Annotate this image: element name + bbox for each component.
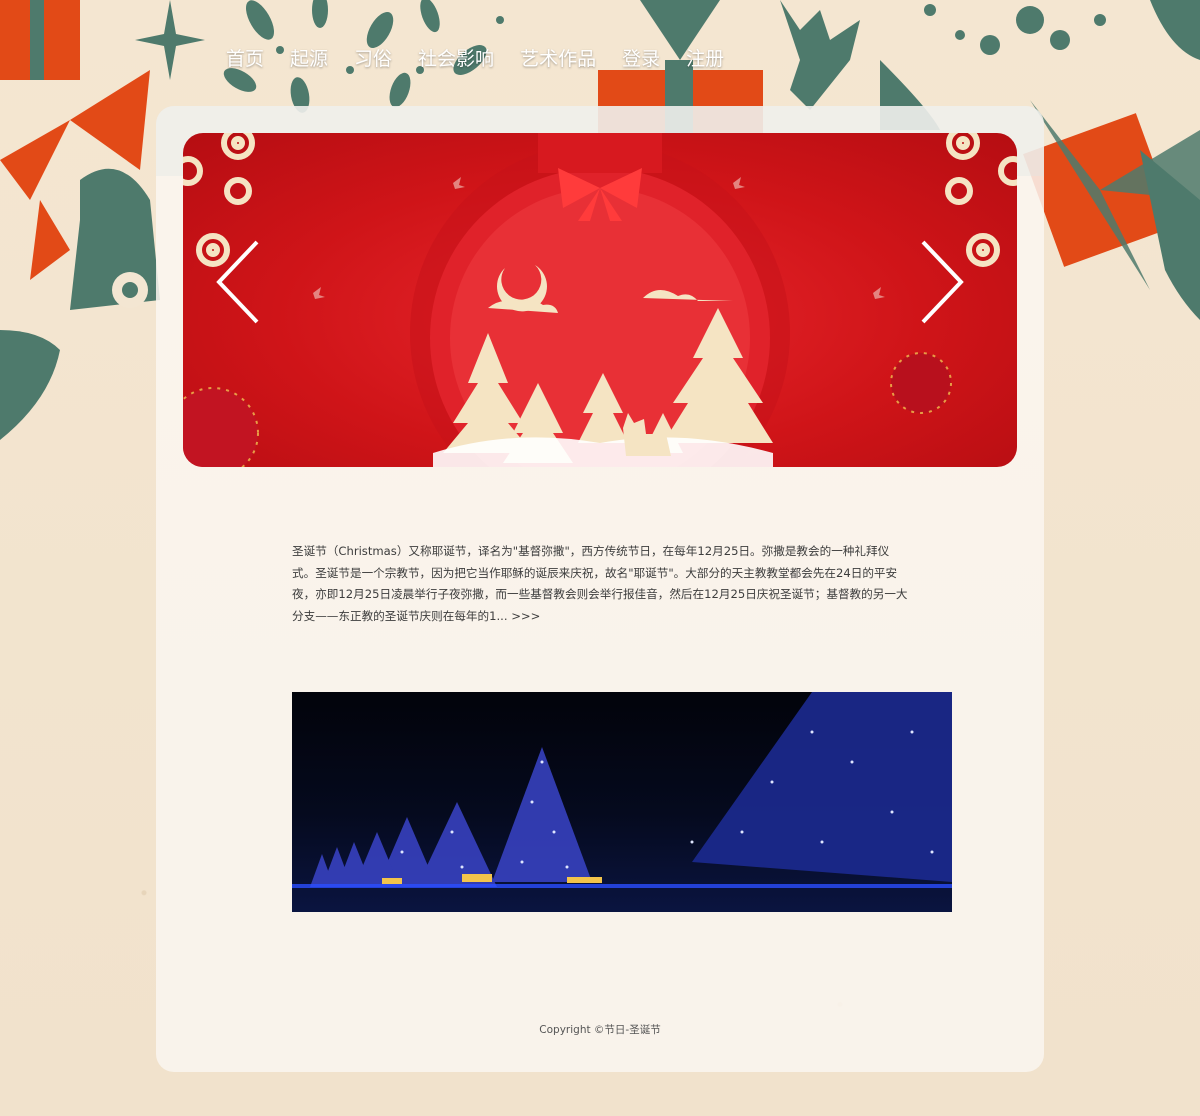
christmas-lights-photo bbox=[292, 692, 952, 912]
chevron-right-icon bbox=[921, 240, 964, 324]
nav-item-register[interactable]: 注册 bbox=[686, 44, 724, 71]
nav-item-customs[interactable]: 习俗 bbox=[354, 44, 392, 71]
banner-carousel-slide bbox=[183, 133, 1017, 467]
nav-item-artworks[interactable]: 艺术作品 bbox=[520, 44, 596, 71]
carousel-prev-button[interactable] bbox=[205, 232, 265, 332]
christmas-ornament-banner-image bbox=[183, 133, 1017, 467]
chevron-left-icon bbox=[216, 240, 259, 324]
intro-text: 圣诞节（Christmas）又称耶诞节，译名为"基督弥撒"，西方传统节日，在每年… bbox=[292, 544, 908, 623]
nav-item-home[interactable]: 首页 bbox=[226, 44, 264, 71]
carousel-next-button[interactable] bbox=[905, 232, 965, 332]
nav-item-social-impact[interactable]: 社会影响 bbox=[418, 44, 494, 71]
main-nav: 首页 起源 习俗 社会影响 艺术作品 登录 注册 bbox=[226, 44, 724, 71]
nav-item-origin[interactable]: 起源 bbox=[290, 44, 328, 71]
footer-copyright: Copyright ©节日-圣诞节 bbox=[539, 1024, 661, 1036]
christmas-intro-paragraph: 圣诞节（Christmas）又称耶诞节，译名为"基督弥撒"，西方传统节日，在每年… bbox=[292, 541, 912, 627]
nav-item-login[interactable]: 登录 bbox=[622, 44, 660, 71]
read-more-link[interactable]: >>> bbox=[511, 609, 540, 623]
